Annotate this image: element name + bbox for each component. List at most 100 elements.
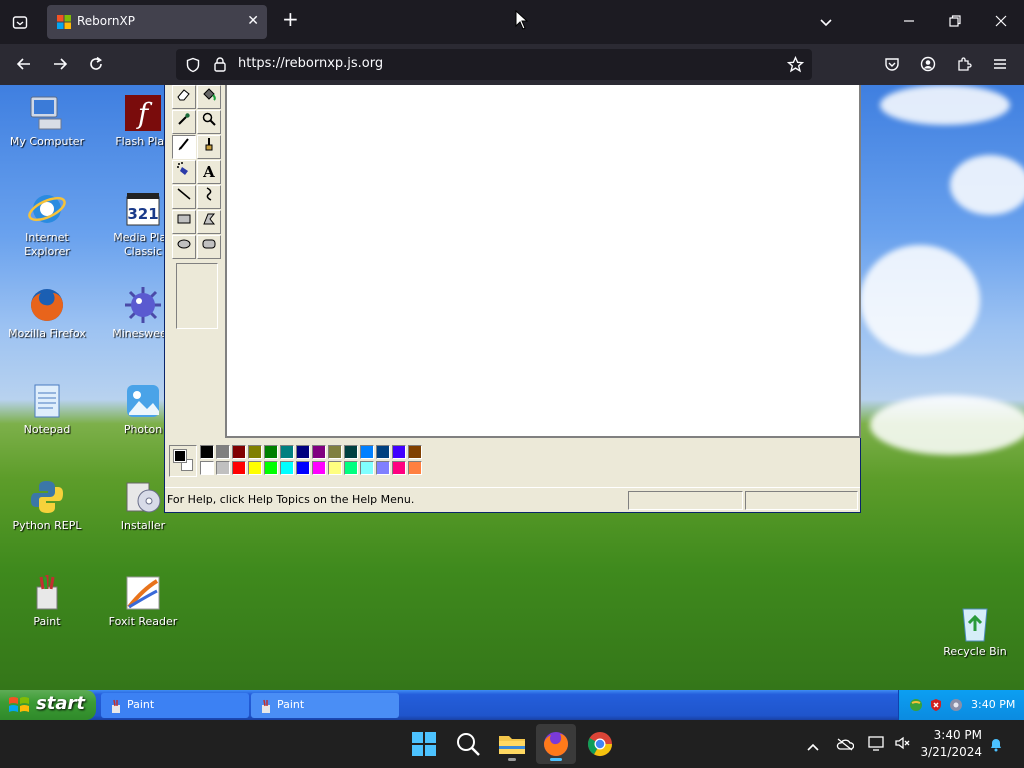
- security-alert-icon[interactable]: [929, 697, 943, 716]
- palette-swatch[interactable]: [216, 445, 230, 459]
- taskbar-button-paint[interactable]: Paint: [101, 693, 249, 718]
- svg-text:321: 321: [127, 205, 158, 223]
- internet-explorer-icon: [27, 189, 67, 229]
- palette-swatch[interactable]: [264, 445, 278, 459]
- palette-swatch[interactable]: [280, 445, 294, 459]
- host-clock-time[interactable]: 3:40 PM: [926, 728, 982, 742]
- desktop-icon-mozilla-firefox[interactable]: Mozilla Firefox: [2, 285, 92, 341]
- drawing-canvas[interactable]: [227, 85, 859, 436]
- airbrush-icon[interactable]: [172, 160, 196, 184]
- desktop-icon-paint[interactable]: Paint: [2, 573, 92, 629]
- palette-swatch[interactable]: [360, 445, 374, 459]
- text-tool-icon[interactable]: A: [197, 160, 221, 184]
- desktop-icon-my-computer[interactable]: My Computer: [2, 93, 92, 149]
- palette-swatch[interactable]: [232, 445, 246, 459]
- palette-swatch[interactable]: [360, 461, 374, 475]
- taskbar-button-paint[interactable]: Paint: [251, 693, 399, 718]
- desktop-icon-internet-explorer[interactable]: Internet Explorer: [2, 189, 92, 259]
- foxit-reader-icon: [123, 573, 163, 613]
- palette-swatch[interactable]: [376, 461, 390, 475]
- chrome-icon[interactable]: [584, 728, 616, 760]
- extensions-puzzle-icon[interactable]: [956, 56, 972, 75]
- windows-start-icon[interactable]: [408, 728, 440, 760]
- reload-icon[interactable]: [88, 56, 104, 75]
- browser-tab-rebornxp[interactable]: RebornXP ✕: [47, 5, 267, 39]
- eraser-icon[interactable]: [172, 85, 196, 109]
- palette-swatch[interactable]: [376, 445, 390, 459]
- host-clock-date[interactable]: 3/21/2024: [920, 745, 982, 759]
- ellipse-tool-icon[interactable]: [172, 235, 196, 259]
- palette-swatch[interactable]: [248, 461, 262, 475]
- rounded-rectangle-tool-icon[interactable]: [197, 235, 221, 259]
- curve-tool-icon[interactable]: [197, 185, 221, 209]
- polygon-tool-icon[interactable]: [197, 210, 221, 234]
- paint-status-bar: For Help, click Help Topics on the Help …: [165, 487, 860, 511]
- eyedropper-icon[interactable]: [172, 110, 196, 134]
- close-window-icon[interactable]: [994, 14, 1008, 31]
- restore-window-icon[interactable]: [948, 14, 962, 31]
- firefox-icon[interactable]: [540, 728, 572, 761]
- pocket-icon[interactable]: [884, 56, 900, 75]
- palette-swatch[interactable]: [200, 445, 214, 459]
- minimize-window-icon[interactable]: [902, 14, 916, 31]
- list-all-tabs-chevron-icon[interactable]: [818, 14, 834, 33]
- palette-swatch[interactable]: [392, 445, 406, 459]
- palette-swatch[interactable]: [344, 445, 358, 459]
- desktop-icon-notepad[interactable]: Notepad: [2, 381, 92, 437]
- palette-swatch[interactable]: [328, 445, 342, 459]
- desktop-icon-recycle-bin[interactable]: Recycle Bin: [930, 603, 1020, 659]
- palette-swatch[interactable]: [408, 461, 422, 475]
- back-arrow-icon[interactable]: [16, 56, 32, 75]
- network-globe-icon[interactable]: [909, 697, 923, 716]
- palette-swatch[interactable]: [328, 461, 342, 475]
- notification-bell-icon[interactable]: [988, 736, 1004, 756]
- palette-swatch[interactable]: [232, 461, 246, 475]
- account-icon[interactable]: [920, 56, 936, 75]
- fill-bucket-icon[interactable]: [197, 85, 221, 109]
- lock-icon[interactable]: [212, 56, 228, 75]
- palette-swatch[interactable]: [280, 461, 294, 475]
- tracking-protection-shield-icon[interactable]: [185, 57, 201, 76]
- windows-xp-flag-icon: [8, 696, 30, 718]
- media-player-classic-icon: 321: [123, 189, 163, 229]
- palette-swatch[interactable]: [296, 461, 310, 475]
- magnifier-icon[interactable]: [197, 110, 221, 134]
- url-text[interactable]: https://rebornxp.js.org: [238, 56, 383, 71]
- palette-swatch[interactable]: [392, 461, 406, 475]
- palette-swatch[interactable]: [296, 445, 310, 459]
- url-bar[interactable]: https://rebornxp.js.org: [176, 49, 812, 80]
- desktop-icon-python-repl[interactable]: Python REPL: [2, 477, 92, 533]
- tab-close-icon[interactable]: ✕: [247, 13, 259, 29]
- palette-swatch[interactable]: [344, 461, 358, 475]
- palette-swatch[interactable]: [312, 461, 326, 475]
- palette-swatch[interactable]: [264, 461, 278, 475]
- menu-hamburger-icon[interactable]: [992, 56, 1008, 75]
- bookmark-star-icon[interactable]: [786, 55, 805, 76]
- volume-muted-icon[interactable]: [894, 735, 910, 755]
- palette-swatch[interactable]: [200, 461, 214, 475]
- cloud: [870, 395, 1024, 455]
- forward-arrow-icon[interactable]: [52, 56, 68, 75]
- search-icon[interactable]: [452, 728, 484, 760]
- tab-list-icon[interactable]: [12, 14, 28, 33]
- new-tab-button[interactable]: +: [282, 9, 299, 29]
- palette-swatch[interactable]: [312, 445, 326, 459]
- show-hidden-icons-chevron-icon[interactable]: [806, 738, 820, 757]
- network-monitor-icon[interactable]: [868, 735, 886, 755]
- current-colors-indicator[interactable]: [169, 445, 197, 477]
- pencil-icon[interactable]: [172, 135, 196, 159]
- tool-options-box[interactable]: [176, 263, 218, 329]
- rectangle-tool-icon[interactable]: [172, 210, 196, 234]
- desktop-icon-label: Recycle Bin: [943, 645, 1007, 658]
- line-tool-icon[interactable]: [172, 185, 196, 209]
- host-taskbar: 3:40 PM 3/21/2024: [0, 720, 1024, 768]
- palette-swatch[interactable]: [408, 445, 422, 459]
- onedrive-cloud-icon[interactable]: [836, 736, 855, 755]
- start-button[interactable]: start: [0, 690, 96, 720]
- palette-swatch[interactable]: [216, 461, 230, 475]
- desktop-icon-foxit-reader[interactable]: Foxit Reader: [98, 573, 188, 629]
- palette-swatch[interactable]: [248, 445, 262, 459]
- file-explorer-icon[interactable]: [496, 728, 528, 761]
- brush-icon[interactable]: [197, 135, 221, 159]
- volume-icon[interactable]: [949, 697, 963, 716]
